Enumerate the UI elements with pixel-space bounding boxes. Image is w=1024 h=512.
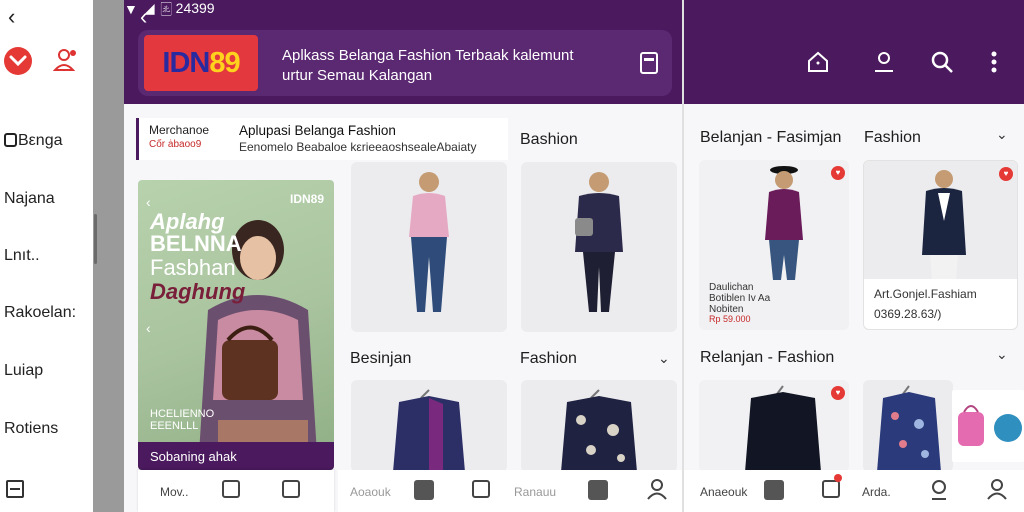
status-bar: ▼ ◢ 🀃 24399: [124, 0, 1024, 17]
collapse-icon[interactable]: [6, 480, 24, 498]
promo-card[interactable]: ‹ IDN89 Aplahg BELNNA Fasbhan Daghung ‹ …: [138, 180, 334, 470]
merchant-subtitle: Eenomelo Beabaloe kεrieeaoshsealeAbaiaty: [239, 140, 477, 154]
promo-strip: Sobaning ahak: [138, 442, 334, 470]
tab-icon[interactable]: [282, 480, 300, 498]
favorite-badge[interactable]: ♥: [831, 166, 845, 180]
section-title: Belanjan - Fasimjan: [700, 129, 842, 146]
product-card[interactable]: ♥ Daulichan Botiblen Iv Aa Nobiten Rp 59…: [699, 160, 849, 330]
promo-line-2: BELNNA: [150, 231, 242, 256]
product-card[interactable]: ♥: [699, 380, 849, 472]
section-title: Relanjan - Fashion: [700, 349, 835, 366]
product-price: Rp 59.000: [709, 314, 751, 324]
pocket-icon[interactable]: [3, 46, 33, 76]
document-icon[interactable]: [640, 52, 658, 74]
product-card[interactable]: [952, 390, 1024, 462]
merchant-header[interactable]: Merchanoe Cốr ȧbaoo9 Aplupasi Belanga Fa…: [136, 118, 508, 160]
product-title: Art.Gonjel.Fashiam: [874, 287, 977, 301]
tab-icon[interactable]: [472, 480, 490, 498]
merchant-code: Cốr ȧbaoo9: [149, 139, 202, 150]
product-price: 0369.28.63/): [874, 307, 942, 321]
product-card[interactable]: [351, 162, 507, 332]
product-title: Daulichan Botiblen Iv Aa Nobiten: [709, 282, 771, 315]
location-icon[interactable]: [928, 478, 950, 500]
bottom-tab-label[interactable]: Mov..: [160, 485, 188, 499]
sidebar-item-5[interactable]: Luiap: [4, 362, 43, 380]
pane-divider: [682, 0, 684, 512]
favorite-badge[interactable]: ♥: [831, 386, 845, 400]
product-image: [864, 161, 1017, 279]
merchant-label: Merchanoe: [149, 123, 210, 137]
tab-icon[interactable]: [222, 480, 240, 498]
product-image: [745, 385, 821, 472]
product-image: [409, 172, 449, 312]
back-icon[interactable]: ‹: [140, 4, 147, 30]
chevron-down-icon[interactable]: ⌄: [658, 350, 670, 367]
chevron-down-icon[interactable]: ⌄: [996, 126, 1008, 143]
top-bar: ‹ ▼ ◢ 🀃 24399 IDN89 Aplkass Belanga Fash…: [124, 0, 1024, 104]
section-title: Fashion: [520, 350, 577, 367]
product-image: [765, 166, 803, 280]
notification-badge: [834, 474, 842, 482]
sidebar-item-4[interactable]: Rakoelan:: [4, 304, 76, 322]
product-image: [575, 172, 623, 312]
sidebar-item-6[interactable]: Rotiens: [4, 420, 58, 438]
promo-line-3: Fasbhan: [150, 255, 236, 280]
carousel-prev-icon[interactable]: ‹: [146, 194, 151, 210]
wifi-icon: ▼: [124, 0, 138, 17]
tab-icon[interactable]: [414, 480, 434, 500]
status-text: 🀃 24399: [160, 0, 215, 16]
navigation-drawer: ‹ Bεnga Najana Lnıt.. Rakoelan: Luiap Ro…: [0, 0, 93, 512]
promo-brand: IDN89: [289, 192, 324, 206]
product-card[interactable]: [521, 162, 677, 332]
promo-line-4: Daghung: [150, 279, 246, 304]
product-card[interactable]: [351, 380, 507, 472]
scrollbar[interactable]: [94, 214, 97, 264]
promo-caption: HCELIENNO EEENLLL: [150, 408, 215, 432]
product-card[interactable]: [521, 380, 677, 472]
section-title: Fashion: [864, 129, 921, 146]
carousel-nav-icon[interactable]: ‹: [146, 320, 151, 336]
product-image: [958, 405, 1022, 446]
product-card[interactable]: [863, 380, 953, 472]
product-image: [561, 389, 637, 472]
home-icon[interactable]: [806, 50, 830, 74]
home-icon: [4, 133, 17, 147]
search-icon[interactable]: [930, 50, 954, 74]
tab-icon[interactable]: [588, 480, 608, 500]
chevron-down-icon[interactable]: ⌄: [996, 346, 1008, 363]
product-card[interactable]: ♥ Art.Gonjel.Fashiam 0369.28.63/): [863, 160, 1018, 330]
product-image: [877, 385, 941, 472]
bottom-tab-label[interactable]: Arda.: [862, 485, 891, 499]
app-banner[interactable]: IDN89 Aplkass Belanga Fashion Terbaak ka…: [138, 30, 672, 96]
bottom-tab-label[interactable]: Ranauu: [514, 485, 556, 499]
bottom-tab-label[interactable]: Anaeouk: [700, 485, 747, 499]
sidebar-item-1[interactable]: Bεnga: [4, 132, 63, 150]
sidebar-item-2[interactable]: Najana: [4, 190, 55, 208]
profile-icon[interactable]: [872, 50, 896, 74]
bottom-tab-label[interactable]: Aoaouk: [350, 485, 391, 499]
tab-icon[interactable]: [822, 480, 840, 498]
back-icon[interactable]: ‹: [8, 4, 15, 30]
favorite-badge[interactable]: ♥: [999, 167, 1013, 181]
merchant-title: Aplupasi Belanga Fashion: [239, 123, 396, 138]
brand-logo: IDN89: [144, 35, 258, 91]
sidebar-item-3[interactable]: Lnıt..: [4, 247, 40, 265]
banner-title: Aplkass Belanga Fashion Terbaak kalemunt…: [282, 47, 574, 84]
section-title: Besinjan: [350, 350, 412, 367]
tab-icon[interactable]: [764, 480, 784, 500]
profile-icon[interactable]: [646, 478, 668, 500]
user-alert-icon[interactable]: [52, 46, 78, 74]
section-title: Bashion: [520, 131, 578, 148]
product-image: [393, 389, 465, 472]
app-window: ‹ ▼ ◢ 🀃 24399 IDN89 Aplkass Belanga Fash…: [124, 0, 1024, 512]
profile-icon[interactable]: [986, 478, 1008, 500]
more-icon[interactable]: [990, 50, 998, 74]
